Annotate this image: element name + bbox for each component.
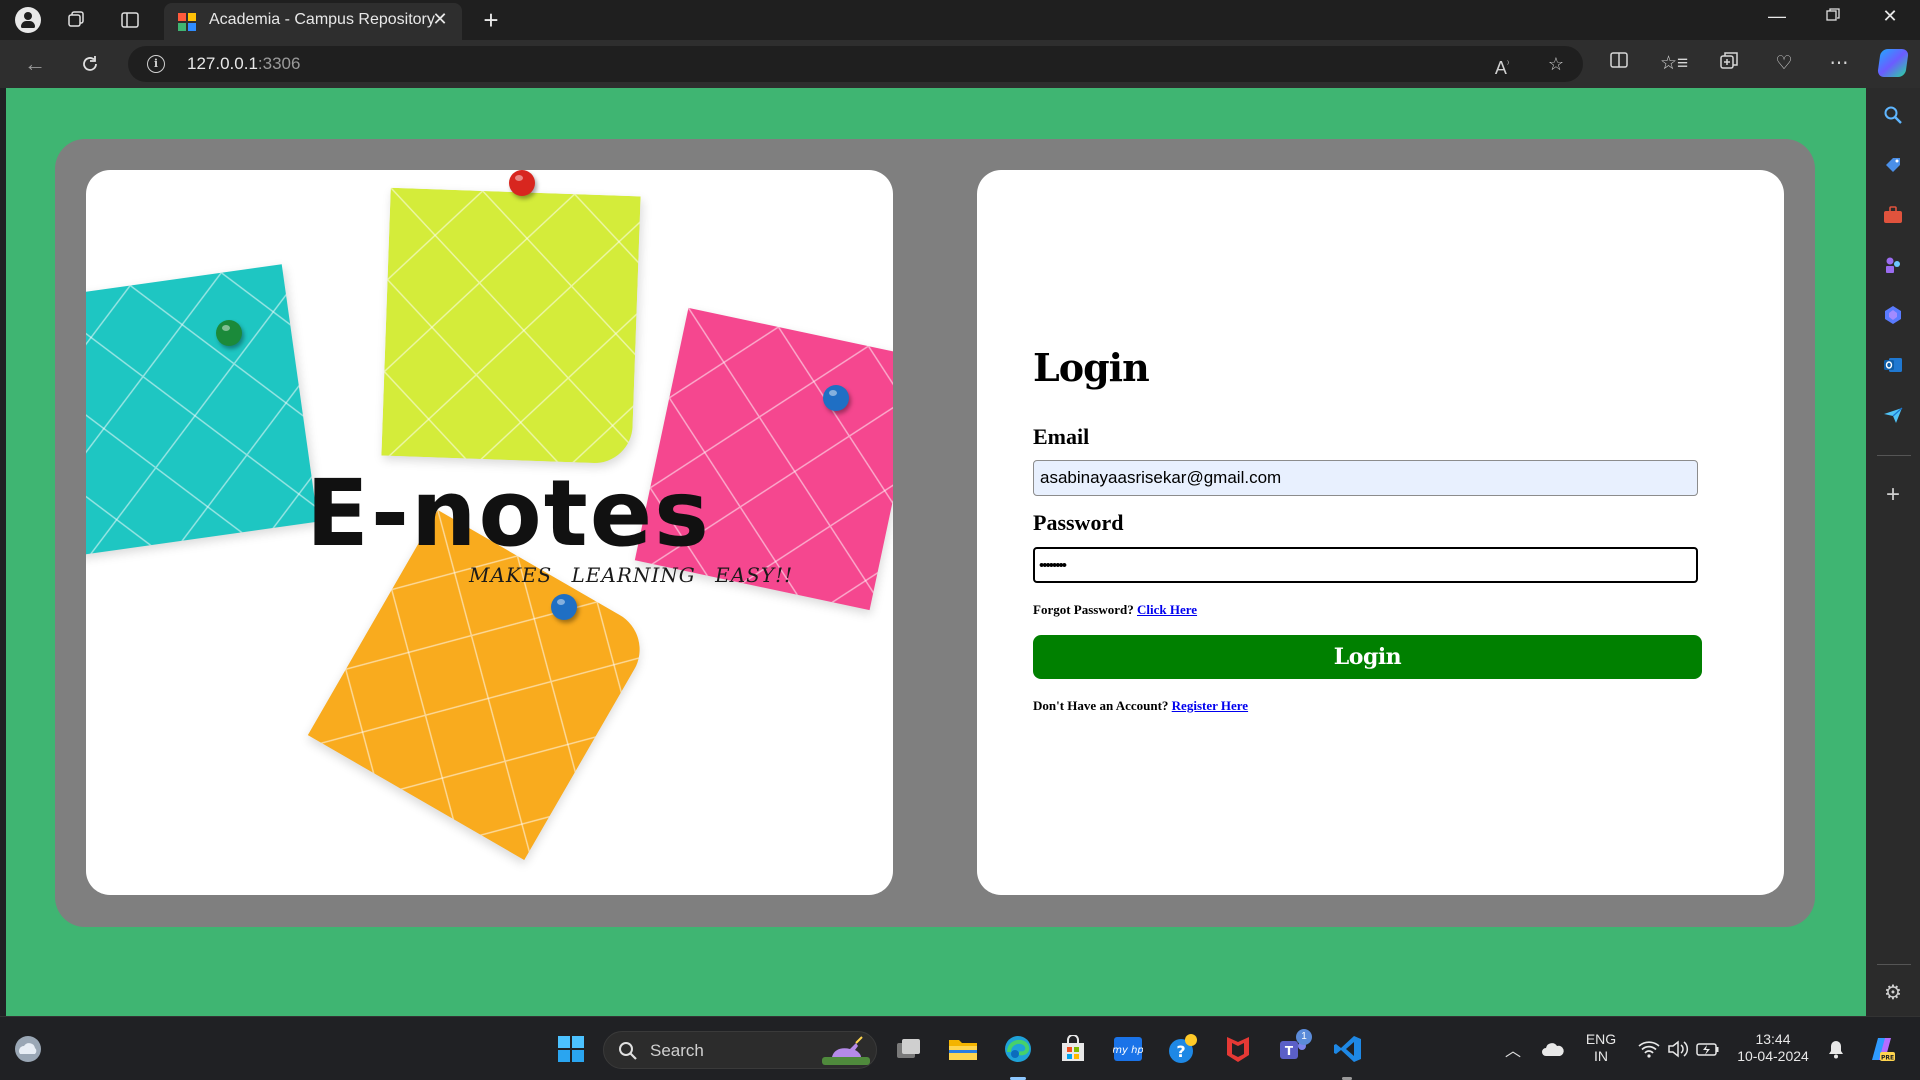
language-text: ENG bbox=[1585, 1031, 1617, 1047]
collections-icon[interactable] bbox=[1715, 50, 1743, 78]
edge-sidebar: + ⚙ bbox=[1866, 88, 1920, 1016]
add-sidebar-app-icon[interactable]: + bbox=[1881, 481, 1905, 508]
svg-text:?: ? bbox=[1176, 1042, 1185, 1061]
search-highlight-unicorn-icon bbox=[822, 1036, 870, 1065]
site-info-icon[interactable]: i bbox=[147, 55, 165, 73]
forgot-password-link[interactable]: Click Here bbox=[1137, 602, 1197, 617]
microsoft-store-icon[interactable] bbox=[1057, 1033, 1089, 1065]
taskbar-search-input[interactable]: Search bbox=[603, 1031, 877, 1069]
clock-time: 13:44 bbox=[1755, 1031, 1791, 1047]
login-button[interactable]: Login bbox=[1033, 635, 1702, 679]
edge-browser-icon[interactable] bbox=[1002, 1033, 1034, 1065]
blue-pin-icon bbox=[823, 385, 849, 411]
taskbar-search-label: Search bbox=[650, 1041, 704, 1060]
email-field[interactable] bbox=[1033, 460, 1698, 496]
clock-date: 10-04-2024 bbox=[1737, 1048, 1809, 1064]
vscode-icon[interactable] bbox=[1332, 1033, 1364, 1065]
address-bar[interactable]: i 127.0.0.1:3306 A⁾ ☆ bbox=[128, 46, 1583, 82]
region-text: IN bbox=[1594, 1048, 1608, 1064]
restore-icon[interactable] bbox=[1813, 6, 1853, 27]
svg-text:my hp: my hp bbox=[1113, 1045, 1143, 1056]
browser-titlebar: Academia - Campus Repository ✕ + — ✕ bbox=[0, 0, 1920, 40]
profile-icon[interactable] bbox=[15, 7, 41, 33]
windows-taskbar: Search my hp ? T 1 ︿ ENG IN 13:44 10-04-… bbox=[0, 1016, 1920, 1080]
copilot-icon[interactable] bbox=[1877, 49, 1909, 77]
workspaces-icon[interactable] bbox=[64, 8, 88, 32]
site-favicon-icon bbox=[178, 13, 196, 31]
search-icon[interactable] bbox=[1881, 103, 1905, 127]
refresh-icon[interactable] bbox=[76, 50, 104, 78]
hero-card: E-notes MAKES LEARNING EASY!! bbox=[86, 170, 893, 895]
volume-icon[interactable] bbox=[1662, 1033, 1694, 1065]
file-explorer-icon[interactable] bbox=[947, 1033, 979, 1065]
browser-tab[interactable]: Academia - Campus Repository ✕ bbox=[164, 3, 462, 40]
green-pin-icon bbox=[216, 320, 242, 346]
forgot-password-line: Forgot Password? Click Here bbox=[1033, 602, 1197, 618]
tools-briefcase-icon[interactable] bbox=[1881, 203, 1905, 227]
games-icon[interactable] bbox=[1881, 253, 1905, 277]
content-panel: E-notes MAKES LEARNING EASY!! Login Emai… bbox=[55, 139, 1815, 927]
forgot-password-text: Forgot Password? bbox=[1033, 602, 1134, 617]
browser-essentials-icon[interactable]: ♡ bbox=[1770, 50, 1798, 78]
teal-sticky-note bbox=[86, 264, 318, 556]
register-prompt-text: Don't Have an Account? bbox=[1033, 698, 1169, 713]
back-icon[interactable]: ← bbox=[21, 50, 49, 78]
url-text[interactable]: 127.0.0.1:3306 bbox=[187, 54, 300, 74]
browser-navbar: ← i 127.0.0.1:3306 A⁾ ☆ ☆≡ ♡ ⋯ bbox=[0, 40, 1920, 88]
login-card: Login Email Password Forgot Password? Cl… bbox=[977, 170, 1784, 895]
input-language-indicator[interactable]: ENG IN bbox=[1580, 1031, 1622, 1065]
wifi-icon[interactable] bbox=[1633, 1033, 1665, 1065]
copilot-preview-icon[interactable]: PRE bbox=[1865, 1033, 1897, 1065]
close-window-icon[interactable]: ✕ bbox=[1870, 6, 1910, 27]
split-screen-icon[interactable] bbox=[1605, 50, 1633, 78]
settings-more-icon[interactable]: ⋯ bbox=[1825, 50, 1853, 78]
mcafee-icon[interactable] bbox=[1222, 1033, 1254, 1065]
new-tab-icon[interactable]: + bbox=[479, 7, 503, 33]
read-aloud-icon[interactable]: A⁾ bbox=[1490, 52, 1514, 78]
register-line: Don't Have an Account? Register Here bbox=[1033, 698, 1248, 714]
page-viewport: E-notes MAKES LEARNING EASY!! Login Emai… bbox=[6, 88, 1866, 1016]
tab-close-icon[interactable]: ✕ bbox=[430, 9, 450, 30]
shopping-tag-icon[interactable] bbox=[1881, 153, 1905, 177]
send-icon[interactable] bbox=[1881, 403, 1905, 427]
search-icon bbox=[619, 1042, 637, 1060]
notifications-bell-icon[interactable] bbox=[1820, 1033, 1852, 1065]
weather-widget-icon[interactable] bbox=[12, 1033, 44, 1065]
login-heading: Login bbox=[1033, 345, 1150, 390]
password-field[interactable] bbox=[1033, 547, 1698, 583]
lime-sticky-note bbox=[381, 187, 641, 465]
favorites-icon[interactable]: ☆≡ bbox=[1660, 50, 1688, 78]
svg-text:PRE: PRE bbox=[1881, 1055, 1894, 1062]
blue-pin-icon bbox=[551, 594, 577, 620]
clock[interactable]: 13:44 10-04-2024 bbox=[1731, 1031, 1815, 1065]
sidebar-settings-gear-icon[interactable]: ⚙ bbox=[1881, 980, 1905, 1004]
brand-logo-text: E-notes bbox=[306, 460, 711, 567]
copilot-sidebar-icon[interactable] bbox=[1881, 303, 1905, 327]
email-label: Email bbox=[1033, 424, 1090, 449]
favorite-star-icon[interactable]: ☆ bbox=[1544, 52, 1568, 76]
tab-actions-icon[interactable] bbox=[118, 8, 142, 32]
battery-charging-icon[interactable] bbox=[1692, 1033, 1724, 1065]
get-help-icon[interactable]: ? bbox=[1167, 1033, 1199, 1065]
svg-text:T: T bbox=[1285, 1044, 1294, 1058]
tab-title: Academia - Campus Repository bbox=[209, 11, 435, 28]
show-hidden-icons-chevron-icon[interactable]: ︿ bbox=[1497, 1033, 1529, 1065]
minimize-icon[interactable]: — bbox=[1757, 6, 1797, 27]
password-label: Password bbox=[1033, 510, 1124, 535]
register-link[interactable]: Register Here bbox=[1172, 698, 1248, 713]
sidebar-divider bbox=[1877, 964, 1911, 965]
onedrive-cloud-icon[interactable] bbox=[1537, 1033, 1569, 1065]
start-windows-icon[interactable] bbox=[555, 1033, 587, 1065]
task-view-icon[interactable] bbox=[893, 1033, 925, 1065]
myhp-icon[interactable]: my hp bbox=[1112, 1033, 1144, 1065]
brand-tagline: MAKES LEARNING EASY!! bbox=[469, 563, 794, 587]
teams-notification-badge: 1 bbox=[1296, 1029, 1312, 1045]
sidebar-divider bbox=[1877, 455, 1911, 456]
red-pin-icon bbox=[509, 170, 535, 196]
outlook-icon[interactable] bbox=[1881, 353, 1905, 377]
